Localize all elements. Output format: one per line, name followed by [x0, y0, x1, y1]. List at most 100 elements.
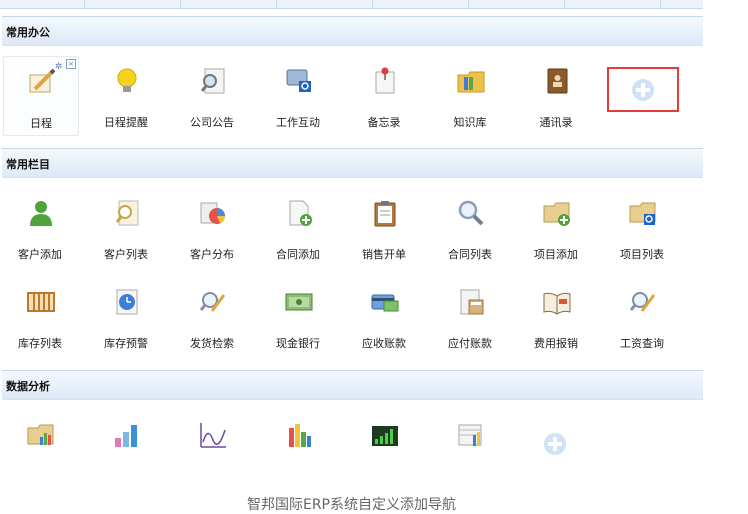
section-header-columns: 常用栏目: [2, 148, 703, 178]
user-green-icon: [30, 201, 52, 226]
tile-label: 备忘录: [367, 116, 401, 129]
tile-analysis-5[interactable]: [347, 410, 421, 488]
pin-note-icon: [375, 67, 395, 94]
folder-books-icon: [457, 71, 485, 93]
tile-shipment-search[interactable]: 发货检索: [175, 277, 249, 355]
folder-chart-icon: [27, 424, 54, 445]
table-chart-icon: [458, 424, 482, 446]
tile-inventory-list[interactable]: 库存列表: [3, 277, 77, 355]
search-icon: [458, 200, 484, 226]
tile-customer-distribution[interactable]: 客户分布: [175, 188, 249, 266]
tile-tools: ✲ ×: [55, 59, 76, 72]
tile-accounts-receivable[interactable]: 应收账款: [347, 277, 421, 355]
tile-project-list[interactable]: 项目列表: [605, 188, 679, 266]
plus-icon: [632, 79, 654, 101]
tile-label: 合同列表: [448, 248, 492, 261]
tile-label: 客户分布: [190, 248, 234, 261]
tile-customer-list[interactable]: 客户列表: [89, 188, 163, 266]
add-shortcut-button[interactable]: [607, 67, 679, 112]
tile-label: 应付账款: [448, 337, 492, 350]
calculator-doc-icon: [460, 289, 484, 315]
top-strip-segment: [276, 0, 373, 8]
section-header-office: 常用办公: [2, 16, 703, 46]
tile-label: 应收账款: [362, 337, 406, 350]
tile-analysis-3[interactable]: [175, 410, 249, 488]
clipboard-icon: [374, 201, 396, 227]
tile-memo[interactable]: 备忘录: [347, 56, 421, 134]
open-book-icon: [543, 292, 571, 315]
tile-label: 通讯录: [539, 116, 573, 129]
line-chart-icon: [200, 423, 226, 448]
tile-label: 公司公告: [190, 116, 234, 129]
tile-sales-order[interactable]: 销售开单: [347, 188, 421, 266]
pencil-paper-icon: [29, 68, 56, 93]
tile-label: 知识库: [453, 116, 487, 129]
tile-cash-bank[interactable]: 现金银行: [261, 277, 335, 355]
tile-label: 发货检索: [190, 337, 234, 350]
tile-work-interaction[interactable]: 工作互动: [261, 56, 335, 134]
cash-icon: [285, 293, 313, 311]
tile-accounts-payable[interactable]: 应付账款: [433, 277, 507, 355]
top-strip-segment: [180, 0, 277, 8]
top-strip-segment: [372, 0, 469, 8]
column-chart-icon: [289, 424, 311, 447]
clock-doc-icon: [116, 289, 138, 315]
add-analysis-plus-icon[interactable]: [544, 433, 566, 455]
tile-label: 工资查询: [620, 337, 664, 350]
address-book-icon: [547, 68, 568, 94]
tile-label: 日程: [30, 117, 52, 130]
tile-add-project[interactable]: 项目添加: [519, 188, 593, 266]
tile-inventory-alert[interactable]: 库存预警: [89, 277, 163, 355]
top-strip-segment: [468, 0, 565, 8]
tile-add-customer[interactable]: 客户添加: [3, 188, 77, 266]
lightbulb-icon: [117, 68, 137, 92]
tile-knowledge-base[interactable]: 知识库: [433, 56, 507, 134]
bar-chart-icon: [115, 425, 137, 447]
growth-chart-icon: [372, 426, 398, 446]
tile-company-notice[interactable]: 公司公告: [175, 56, 249, 134]
tile-label: 费用报销: [534, 337, 578, 350]
top-strip-segment: [564, 0, 661, 8]
section-title: 常用栏目: [6, 158, 50, 171]
abacus-icon: [27, 292, 55, 312]
tile-address-book[interactable]: 通讯录: [519, 56, 593, 134]
top-strip-segment: [84, 0, 181, 8]
top-strip-segment: [0, 0, 85, 8]
folder-search-icon: [629, 202, 656, 225]
tile-label: 合同添加: [276, 248, 320, 261]
tile-label: 项目列表: [620, 248, 664, 261]
tile-label: 库存列表: [18, 337, 62, 350]
page-caption: 智邦国际ERP系统自定义添加导航: [246, 497, 456, 513]
tile-salary-query[interactable]: 工资查询: [605, 277, 679, 355]
tile-label: 销售开单: [362, 248, 406, 261]
section-title: 常用办公: [6, 26, 50, 39]
folder-add-icon: [543, 202, 570, 226]
tile-analysis-2[interactable]: [89, 410, 163, 488]
tile-label: 项目添加: [534, 248, 578, 261]
tile-expense-claim[interactable]: 费用报销: [519, 277, 593, 355]
tile-add-contract[interactable]: 合同添加: [261, 188, 335, 266]
tile-analysis-6[interactable]: [433, 410, 507, 488]
pie-chart-doc-icon: [200, 202, 225, 224]
section-header-analysis: 数据分析: [2, 370, 703, 400]
tile-analysis-1[interactable]: [3, 410, 77, 488]
tile-label: 客户添加: [18, 248, 62, 261]
tile-schedule[interactable]: ✲ × 日程: [3, 56, 79, 136]
magnifier-document-icon: [200, 68, 225, 94]
close-icon[interactable]: ×: [66, 59, 76, 69]
search-pencil-icon: [629, 292, 656, 312]
tile-label: 日程提醒: [104, 116, 148, 129]
tile-label: 库存预警: [104, 337, 148, 350]
section-title: 数据分析: [6, 380, 50, 393]
tile-schedule-reminder[interactable]: 日程提醒: [89, 56, 163, 134]
tile-label: 工作互动: [276, 116, 320, 129]
tile-label: 现金银行: [276, 337, 320, 350]
credit-card-icon: [371, 294, 399, 312]
tile-analysis-4[interactable]: [261, 410, 335, 488]
tile-contract-list[interactable]: 合同列表: [433, 188, 507, 266]
magnifier-list-icon: [115, 200, 139, 226]
magnifier-pencil-icon: [199, 292, 226, 312]
tile-label: 客户列表: [104, 248, 148, 261]
chat-monitor-icon: [286, 69, 311, 92]
top-tab-strip: [0, 0, 703, 9]
